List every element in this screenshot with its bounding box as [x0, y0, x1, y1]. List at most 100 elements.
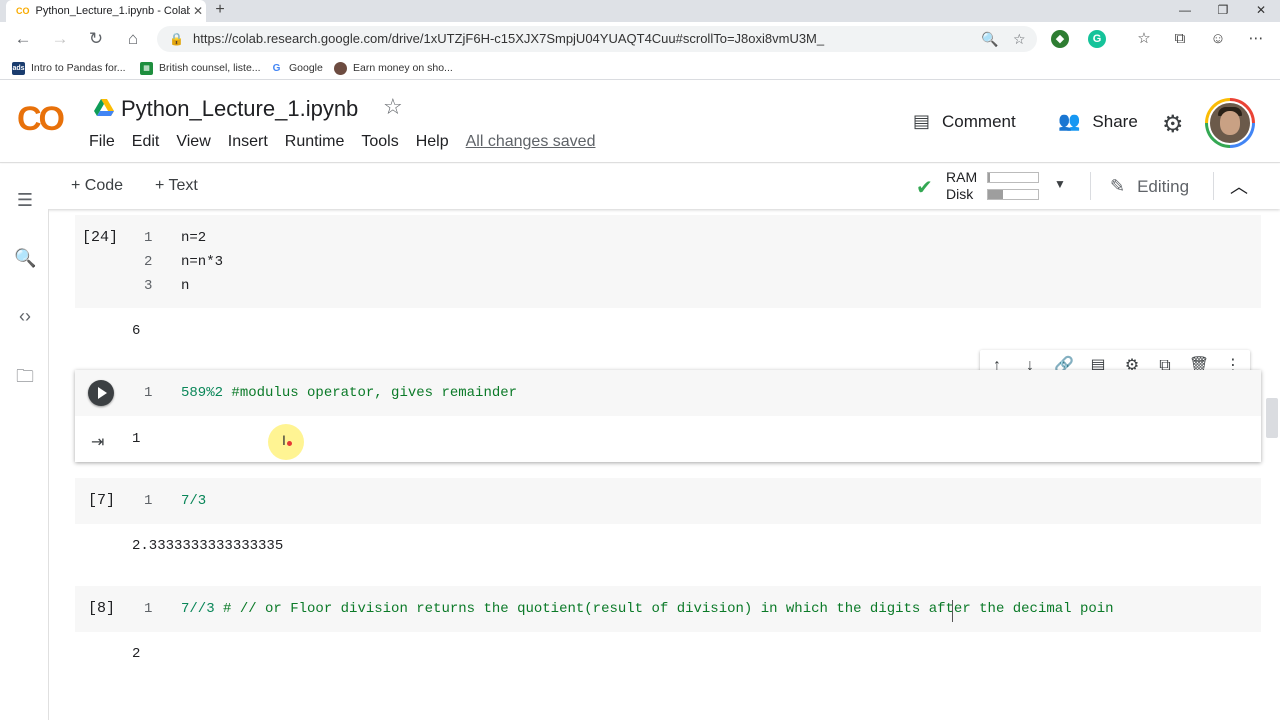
add-code-button[interactable]: + Code [71, 177, 123, 195]
execution-count: [7] [88, 492, 116, 509]
bookmark-grid-icon: ▦ [140, 61, 153, 75]
code-line[interactable]: 7//3 # // or Floor division returns the … [181, 601, 1251, 617]
scrollbar-thumb[interactable] [1266, 398, 1278, 438]
tab-title: Python_Lecture_1.ipynb - Colabo [35, 5, 191, 17]
new-tab-icon[interactable]: + [210, 0, 230, 22]
google-drive-icon [94, 99, 114, 116]
settings-gear-icon[interactable]: ⚙ [1162, 110, 1184, 139]
colab-header: CO Python_Lecture_1.ipynb ☆ File Edit Vi… [0, 80, 1280, 163]
line-number: 2 [144, 254, 153, 270]
run-cell-button[interactable] [88, 380, 114, 406]
bookmarks-bar: ads Intro to Pandas for... ▦ British cou… [0, 56, 1280, 80]
resources-dropdown-icon[interactable]: ▼ [1054, 177, 1066, 191]
text-cursor [952, 600, 953, 622]
menu-tools[interactable]: Tools [361, 133, 398, 151]
code-cell[interactable] [75, 478, 1261, 524]
bookmark-intro-pandas[interactable]: ads Intro to Pandas for... [12, 60, 126, 76]
lock-icon: 🔒 [169, 32, 184, 46]
line-number: 1 [144, 601, 153, 617]
bookmark-google[interactable]: G Google [270, 60, 323, 76]
code-line[interactable]: n [181, 278, 189, 294]
close-tab-icon[interactable]: ✕ [190, 4, 206, 18]
bookmark-earn-money[interactable]: Earn money on sho... [334, 60, 453, 76]
execution-count: [24] [82, 229, 119, 246]
url-text: https://colab.research.google.com/drive/… [193, 31, 825, 46]
reload-icon[interactable]: ↻ [83, 26, 109, 52]
collapse-header-icon[interactable]: ︿ [1230, 173, 1248, 199]
menu-insert[interactable]: Insert [228, 133, 268, 151]
ram-label: RAM [946, 169, 978, 185]
add-text-button[interactable]: + Text [155, 177, 198, 195]
favorite-star-icon[interactable]: ☆ [1013, 26, 1026, 52]
notebook-title[interactable]: Python_Lecture_1.ipynb [121, 96, 358, 122]
home-icon[interactable]: ⌂ [120, 26, 146, 52]
colab-logo[interactable]: CO [17, 100, 65, 139]
active-code-cell[interactable]: 1 589%2 #modulus operator, gives remaind… [75, 370, 1261, 462]
cell-output: 2.3333333333333335 [132, 538, 284, 554]
zoom-icon[interactable]: 🔍 [981, 26, 998, 52]
editing-mode-button[interactable]: ✎ Editing [1110, 176, 1189, 197]
menu-view[interactable]: View [176, 133, 210, 151]
cell-output: 6 [132, 323, 141, 339]
favorites-icon[interactable]: ☆ [1132, 27, 1156, 51]
restore-icon[interactable]: ❐ [1204, 0, 1242, 22]
grammarly-icon[interactable]: G [1088, 30, 1106, 48]
extension-icon[interactable]: ◆ [1051, 30, 1069, 48]
browser-tab[interactable]: CO Python_Lecture_1.ipynb - Colabo ✕ [6, 0, 206, 22]
files-folder-icon[interactable]: 🗀 [14, 364, 36, 386]
disk-usage-bar [987, 189, 1039, 200]
google-icon: G [270, 61, 283, 75]
profile-icon[interactable]: ☺ [1206, 27, 1230, 51]
cell-output: 2 [132, 646, 141, 662]
menu-help[interactable]: Help [416, 133, 449, 151]
url-field[interactable]: 🔒 https://colab.research.google.com/driv… [157, 26, 1037, 52]
star-icon[interactable]: ☆ [383, 94, 403, 120]
bookmark-ads-icon: ads [12, 61, 25, 75]
connected-check-icon: ✔ [916, 177, 933, 199]
cell-output: 1 [132, 431, 141, 447]
mouse-cursor-highlight: I [268, 424, 304, 460]
code-line[interactable]: 7/3 [181, 493, 206, 509]
line-number: 3 [144, 278, 153, 294]
colab-favicon-icon: CO [16, 6, 30, 16]
bookmark-british-counsel[interactable]: ▦ British counsel, liste... [140, 60, 261, 76]
line-number: 1 [144, 493, 153, 509]
divider [1213, 172, 1214, 200]
left-sidebar [0, 209, 49, 720]
search-icon[interactable]: 🔍 [14, 248, 36, 270]
menu-file[interactable]: File [89, 133, 115, 151]
collections-icon[interactable]: ⧉ [1168, 27, 1192, 51]
pencil-icon: ✎ [1110, 176, 1126, 196]
line-number: 1 [144, 230, 153, 246]
divider [1090, 172, 1091, 200]
menu-edit[interactable]: Edit [132, 133, 160, 151]
table-of-contents-icon[interactable]: ☰ [14, 190, 36, 212]
text-cursor-icon: I [282, 432, 286, 448]
code-snippets-icon[interactable]: ‹› [14, 306, 36, 328]
menu-bar: File Edit View Insert Runtime Tools Help… [89, 133, 612, 151]
resources-indicator[interactable]: RAM Disk [946, 169, 977, 203]
save-status[interactable]: All changes saved [466, 133, 596, 151]
clear-output-icon[interactable]: ⇥ [91, 432, 104, 452]
address-bar-row: ← → ↻ ⌂ 🔒 https://colab.research.google.… [0, 22, 1280, 56]
comment-button[interactable]: ▤ Comment [913, 111, 1016, 132]
code-cell[interactable] [75, 215, 1261, 308]
code-line[interactable]: 589%2 #modulus operator, gives remainder [181, 385, 517, 401]
code-line[interactable]: n=n*3 [181, 254, 223, 270]
comment-icon: ▤ [913, 111, 931, 131]
back-icon[interactable]: ← [10, 26, 36, 52]
close-window-icon[interactable]: ✕ [1242, 0, 1280, 22]
minimize-icon[interactable]: — [1166, 0, 1204, 22]
share-button[interactable]: 👥 Share [1058, 111, 1138, 132]
forward-icon[interactable]: → [47, 26, 73, 52]
code-line[interactable]: n=2 [181, 230, 206, 246]
more-menu-icon[interactable]: ⋯ [1244, 27, 1268, 51]
notebook-toolbar: + Code + Text ✔ RAM Disk ▼ ✎ Editing ︿ [0, 164, 1280, 209]
menu-runtime[interactable]: Runtime [285, 133, 345, 151]
execution-count: [8] [88, 600, 116, 617]
bookmark-coin-icon [334, 61, 347, 75]
disk-label: Disk [946, 186, 974, 202]
avatar[interactable] [1205, 98, 1255, 148]
line-number: 1 [144, 385, 153, 401]
browser-tab-bar: CO Python_Lecture_1.ipynb - Colabo ✕ + —… [0, 0, 1280, 22]
